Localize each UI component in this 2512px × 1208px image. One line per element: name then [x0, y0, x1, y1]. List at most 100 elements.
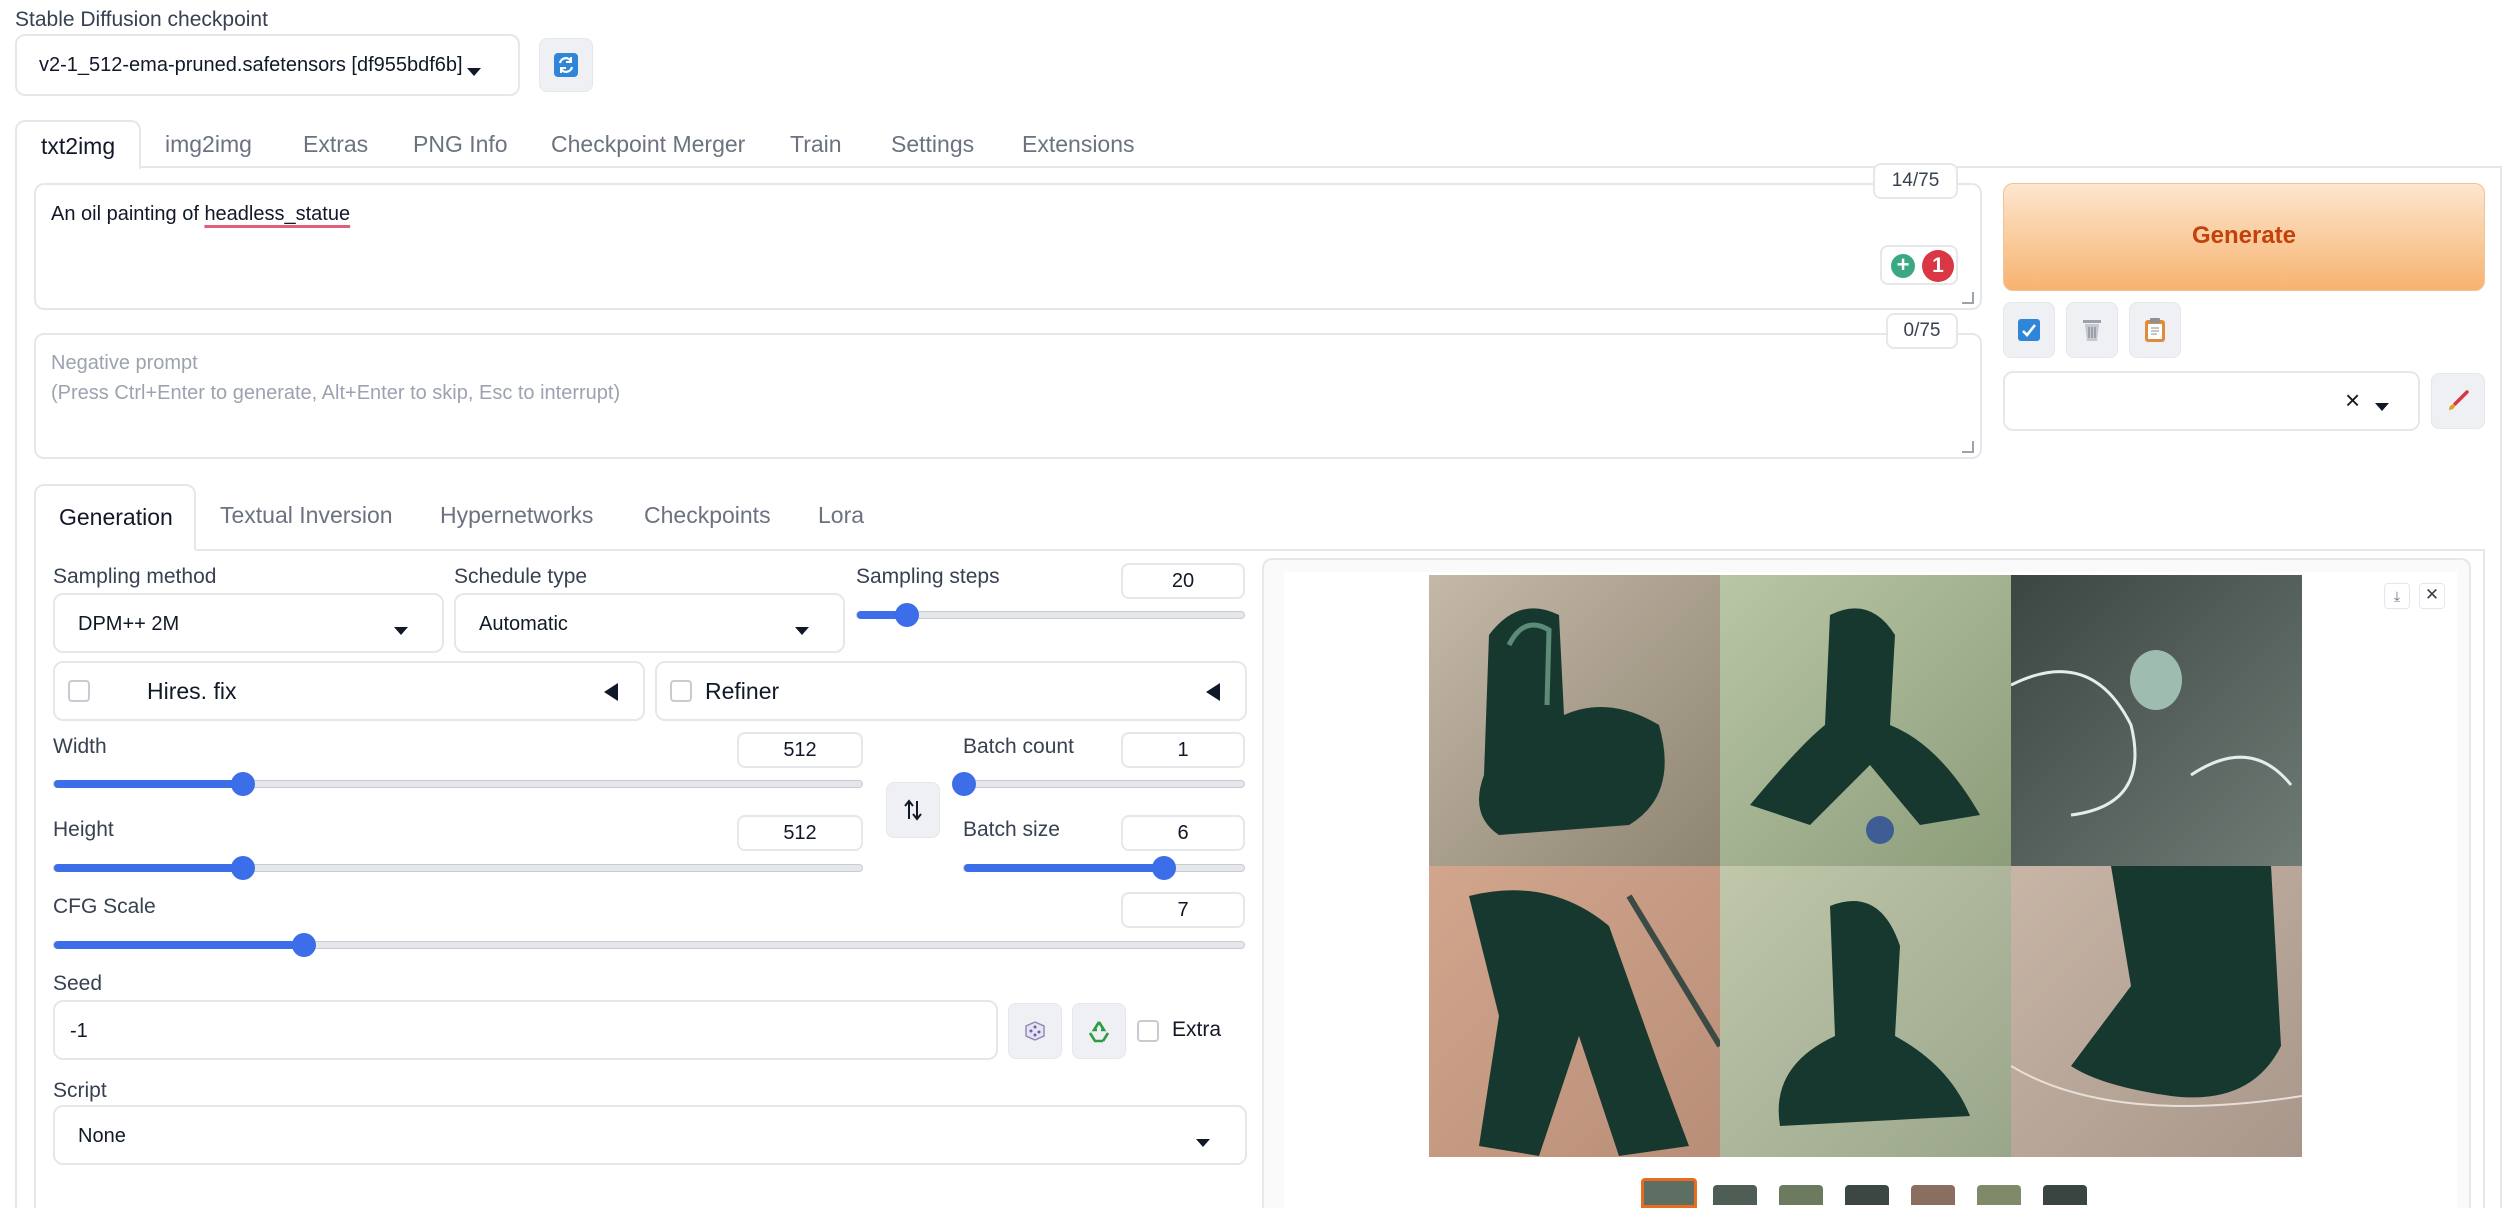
tab-png-info[interactable]: PNG Info: [413, 131, 508, 158]
thumbnail-1[interactable]: [1713, 1185, 1757, 1205]
grid-image-5: [1720, 866, 2011, 1157]
tab-train[interactable]: Train: [790, 131, 842, 158]
download-icon[interactable]: ⤓: [2384, 583, 2410, 609]
thumbnail-grid[interactable]: [1641, 1178, 1697, 1208]
thumbnail-4[interactable]: [1911, 1185, 1955, 1205]
slider-thumb[interactable]: [231, 856, 256, 880]
tab-checkpoint-merger[interactable]: Checkpoint Merger: [551, 131, 745, 158]
batch-count-input[interactable]: 1: [1121, 732, 1245, 768]
tab-lora[interactable]: Lora: [818, 502, 864, 529]
slider-thumb[interactable]: [1151, 856, 1176, 880]
batch-size-slider[interactable]: [963, 856, 1245, 880]
swap-dimensions-button[interactable]: [886, 782, 940, 838]
extra-seed-checkbox[interactable]: [1137, 1020, 1159, 1042]
prompt-text: An oil painting of headless_statue: [51, 203, 351, 225]
tab-txt2img[interactable]: txt2img: [15, 120, 141, 170]
slider-thumb[interactable]: [952, 772, 976, 796]
tab-extras[interactable]: Extras: [303, 131, 368, 158]
refiner-label: Refiner: [705, 678, 780, 704]
main-tabbar: [15, 120, 2502, 168]
sampling-method-select[interactable]: DPM++ 2M: [53, 593, 444, 653]
chevron-down-icon: [1196, 1134, 1210, 1152]
prompt-token: headless_statue: [204, 203, 351, 225]
cfg-scale-input[interactable]: 7: [1121, 892, 1245, 928]
tab-extensions[interactable]: Extensions: [1022, 131, 1135, 158]
edit-styles-button[interactable]: [2431, 373, 2485, 429]
batch-size-input[interactable]: 6: [1121, 815, 1245, 851]
negative-token-counter: 0/75: [1886, 313, 1958, 349]
hires-fix-label: Hires. fix: [147, 678, 237, 704]
thumbnail-3[interactable]: [1845, 1185, 1889, 1205]
chevron-down-icon: [2375, 398, 2389, 416]
width-input[interactable]: 512: [737, 732, 863, 768]
height-label: Height: [53, 818, 114, 841]
reuse-seed-button[interactable]: [1072, 1003, 1126, 1059]
grid-image-6: [2011, 866, 2302, 1157]
refresh-checkpoint-button[interactable]: [539, 38, 593, 92]
tab-img2img[interactable]: img2img: [165, 131, 252, 158]
extra-seed-label: Extra: [1172, 1018, 1222, 1041]
batch-count-slider[interactable]: [952, 772, 1245, 796]
clear-styles-icon[interactable]: ×: [2345, 385, 2360, 416]
hires-fix-accordion[interactable]: Hires. fix: [53, 661, 645, 721]
generated-image-grid[interactable]: [1429, 575, 2307, 1159]
script-label: Script: [53, 1079, 107, 1102]
thumbnail-6[interactable]: [2043, 1185, 2087, 1205]
refiner-accordion[interactable]: Refiner: [655, 661, 1247, 721]
negative-prompt-placeholder: Negative prompt: [51, 352, 198, 374]
tab-settings[interactable]: Settings: [891, 131, 974, 158]
sampling-steps-label: Sampling steps: [856, 565, 1000, 588]
tab-textual-inversion[interactable]: Textual Inversion: [220, 502, 393, 529]
close-preview-icon[interactable]: ✕: [2419, 583, 2445, 609]
height-input[interactable]: 512: [737, 815, 863, 851]
generate-button[interactable]: Generate: [2003, 183, 2485, 291]
tab-checkpoints[interactable]: Checkpoints: [644, 502, 771, 529]
add-network-icon: +: [1891, 254, 1915, 278]
schedule-type-label: Schedule type: [454, 565, 588, 588]
cfg-scale-slider[interactable]: [53, 933, 1245, 957]
width-slider[interactable]: [53, 772, 863, 796]
grid-image-4: [1429, 866, 1720, 1157]
thumbnail-5[interactable]: [1977, 1185, 2021, 1205]
refiner-checkbox[interactable]: [670, 680, 692, 702]
read-params-button[interactable]: [2003, 302, 2055, 358]
script-select[interactable]: None: [53, 1105, 1247, 1165]
collapse-arrow-icon[interactable]: [604, 683, 618, 701]
styles-dropdown[interactable]: ×: [2003, 371, 2420, 431]
resize-handle-icon[interactable]: [1962, 441, 1974, 453]
thumbnail-2[interactable]: [1779, 1185, 1823, 1205]
paste-style-button[interactable]: [2129, 302, 2181, 358]
slider-thumb[interactable]: [231, 772, 256, 796]
random-seed-button[interactable]: [1008, 1003, 1062, 1059]
refresh-icon: [554, 53, 578, 77]
checkpoint-select[interactable]: v2-1_512-ema-pruned.safetensors [df955bd…: [15, 34, 520, 96]
clear-prompt-button[interactable]: [2066, 302, 2118, 358]
negative-prompt-textarea[interactable]: Negative prompt (Press Ctrl+Enter to gen…: [34, 333, 1982, 459]
slider-thumb[interactable]: [291, 933, 316, 957]
sampling-method-label: Sampling method: [53, 565, 217, 588]
prompt-textarea[interactable]: An oil painting of headless_statue: [34, 183, 1982, 310]
tab-generation[interactable]: Generation: [34, 484, 196, 551]
tab-hypernetworks[interactable]: Hypernetworks: [440, 502, 593, 529]
chevron-down-icon: [394, 622, 408, 640]
sampling-steps-input[interactable]: 20: [1121, 563, 1245, 599]
collapse-arrow-icon[interactable]: [1206, 683, 1220, 701]
resize-handle-icon[interactable]: [1962, 292, 1974, 304]
recycle-icon: [1088, 1021, 1110, 1043]
extra-networks-badge[interactable]: + 1: [1880, 245, 1958, 285]
height-slider[interactable]: [53, 856, 863, 880]
grid-image-2: [1720, 575, 2011, 866]
chevron-down-icon: [467, 63, 481, 81]
checkpoint-value: v2-1_512-ema-pruned.safetensors [df955bd…: [39, 54, 463, 76]
width-label: Width: [53, 735, 107, 758]
grid-image-3: [2011, 575, 2302, 866]
swap-arrows-icon: [904, 799, 922, 821]
cfg-scale-label: CFG Scale: [53, 895, 156, 918]
batch-size-label: Batch size: [963, 818, 1060, 841]
notification-count-badge: 1: [1922, 250, 1954, 282]
hires-fix-checkbox[interactable]: [68, 680, 90, 702]
seed-input[interactable]: -1: [53, 1000, 998, 1060]
schedule-type-select[interactable]: Automatic: [454, 593, 845, 653]
checkpoint-label: Stable Diffusion checkpoint: [15, 8, 268, 31]
sampling-steps-slider[interactable]: [856, 603, 1245, 627]
